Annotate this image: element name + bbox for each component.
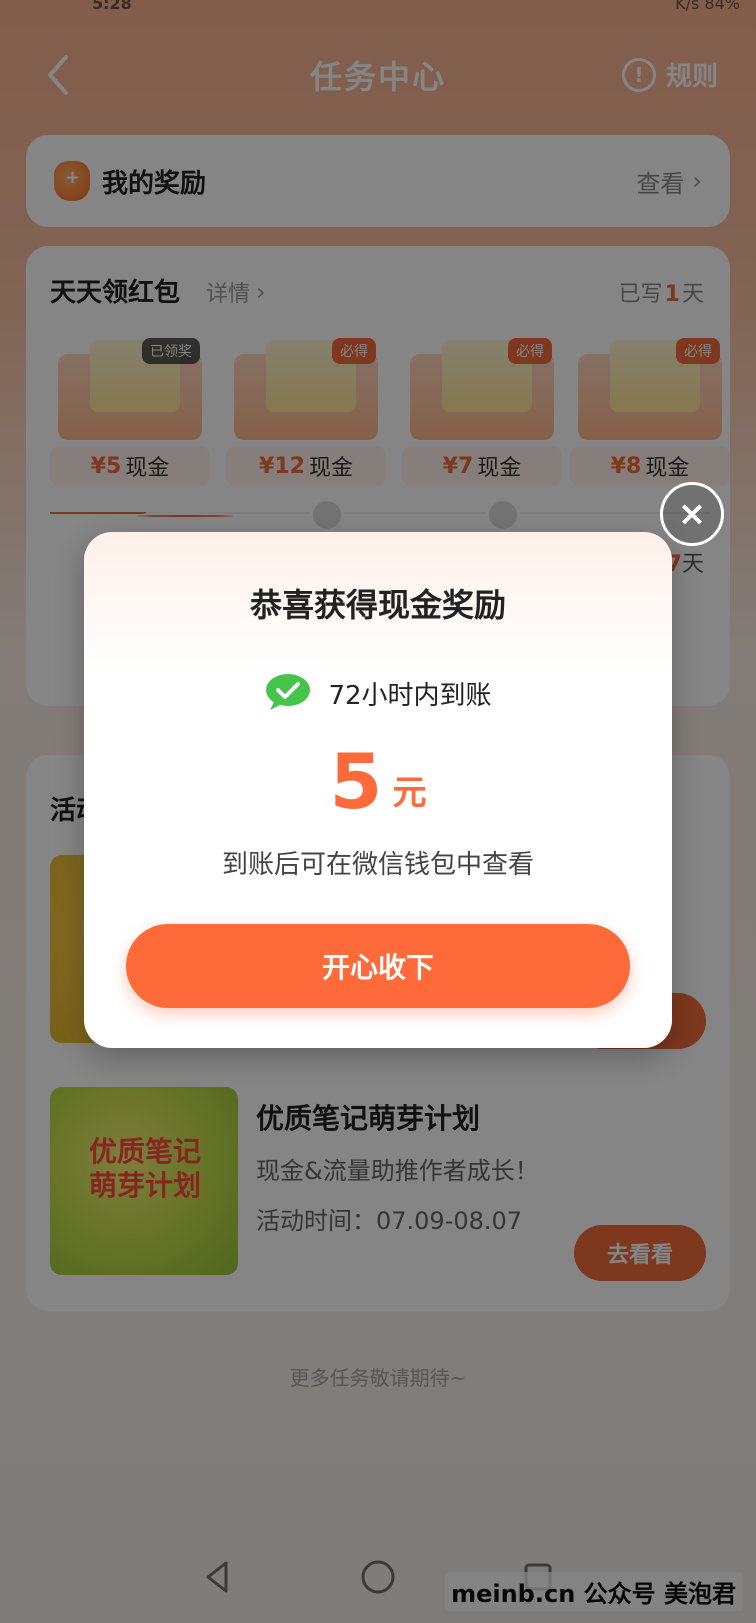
reward-modal: 恭喜获得现金奖励 72小时内到账 5 元 到账后可在微信钱包中查看 开心收下 (84, 532, 672, 1048)
arrival-text: 72小时内到账 (328, 680, 492, 711)
reward-amount-unit: 元 (392, 773, 427, 813)
reward-amount: 5 元 (84, 744, 672, 820)
close-icon: × (677, 494, 707, 534)
close-button[interactable]: × (660, 482, 724, 546)
accept-button[interactable]: 开心收下 (126, 924, 630, 1008)
reward-amount-value: 5 (329, 737, 383, 826)
arrival-row: 72小时内到账 (84, 672, 672, 714)
wallet-note: 到账后可在微信钱包中查看 (221, 850, 534, 880)
modal-title: 恭喜获得现金奖励 (249, 586, 506, 624)
wechat-icon (264, 672, 314, 714)
